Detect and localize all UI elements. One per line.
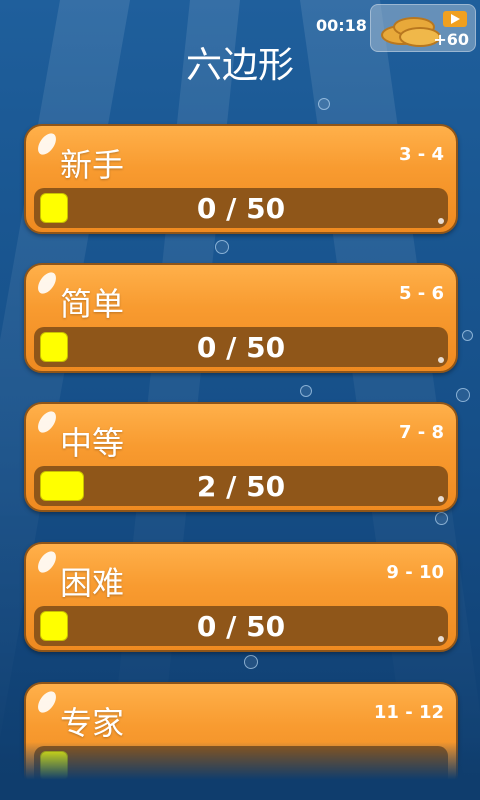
card-shine xyxy=(34,408,60,436)
card-shine xyxy=(34,269,60,297)
bubble xyxy=(318,98,330,110)
progress-text: 2 / 50 xyxy=(196,470,286,503)
bar-dot xyxy=(438,496,444,502)
card-shine xyxy=(34,548,60,576)
light-ray xyxy=(105,0,240,800)
level-card-hard[interactable]: 困难 9 - 10 0 / 50 xyxy=(24,542,458,652)
level-range: 3 - 4 xyxy=(398,144,444,165)
level-name: 新手 xyxy=(60,146,125,184)
bubble xyxy=(244,655,258,669)
level-range: 5 - 6 xyxy=(398,283,444,304)
bar-dot xyxy=(438,357,444,363)
light-ray xyxy=(0,0,130,800)
progress-text: 0 / 50 xyxy=(196,331,286,364)
bubble xyxy=(456,388,470,402)
level-range: 11 - 12 xyxy=(373,702,444,723)
progress-bar: 2 / 50 xyxy=(34,466,448,506)
card-shine xyxy=(34,688,60,716)
video-play-icon xyxy=(443,11,467,27)
level-name: 简单 xyxy=(60,285,125,323)
bottom-fade xyxy=(0,742,480,800)
level-name: 困难 xyxy=(60,564,125,602)
bubble xyxy=(215,240,229,254)
progress-text: 0 / 50 xyxy=(196,192,286,225)
bubble xyxy=(300,385,312,397)
progress-bar: 0 / 50 xyxy=(34,327,448,367)
bubble xyxy=(435,512,448,525)
level-range: 9 - 10 xyxy=(386,562,444,583)
bar-dot xyxy=(438,218,444,224)
progress-text: 0 / 50 xyxy=(196,610,286,643)
page-title: 六边形 xyxy=(185,45,294,86)
level-name: 专家 xyxy=(60,704,125,742)
level-name: 中等 xyxy=(60,424,125,462)
card-shine xyxy=(34,130,60,158)
bubble xyxy=(462,330,473,341)
bar-dot xyxy=(438,636,444,642)
progress-bar: 0 / 50 xyxy=(34,188,448,228)
clock: 00:18 xyxy=(316,16,367,35)
level-card-beginner[interactable]: 新手 3 - 4 0 / 50 xyxy=(24,124,458,234)
level-card-medium[interactable]: 中等 7 - 8 2 / 50 xyxy=(24,402,458,512)
light-ray xyxy=(300,0,480,800)
level-card-easy[interactable]: 简单 5 - 6 0 / 50 xyxy=(24,263,458,373)
progress-bar: 0 / 50 xyxy=(34,606,448,646)
level-range: 7 - 8 xyxy=(398,422,444,443)
